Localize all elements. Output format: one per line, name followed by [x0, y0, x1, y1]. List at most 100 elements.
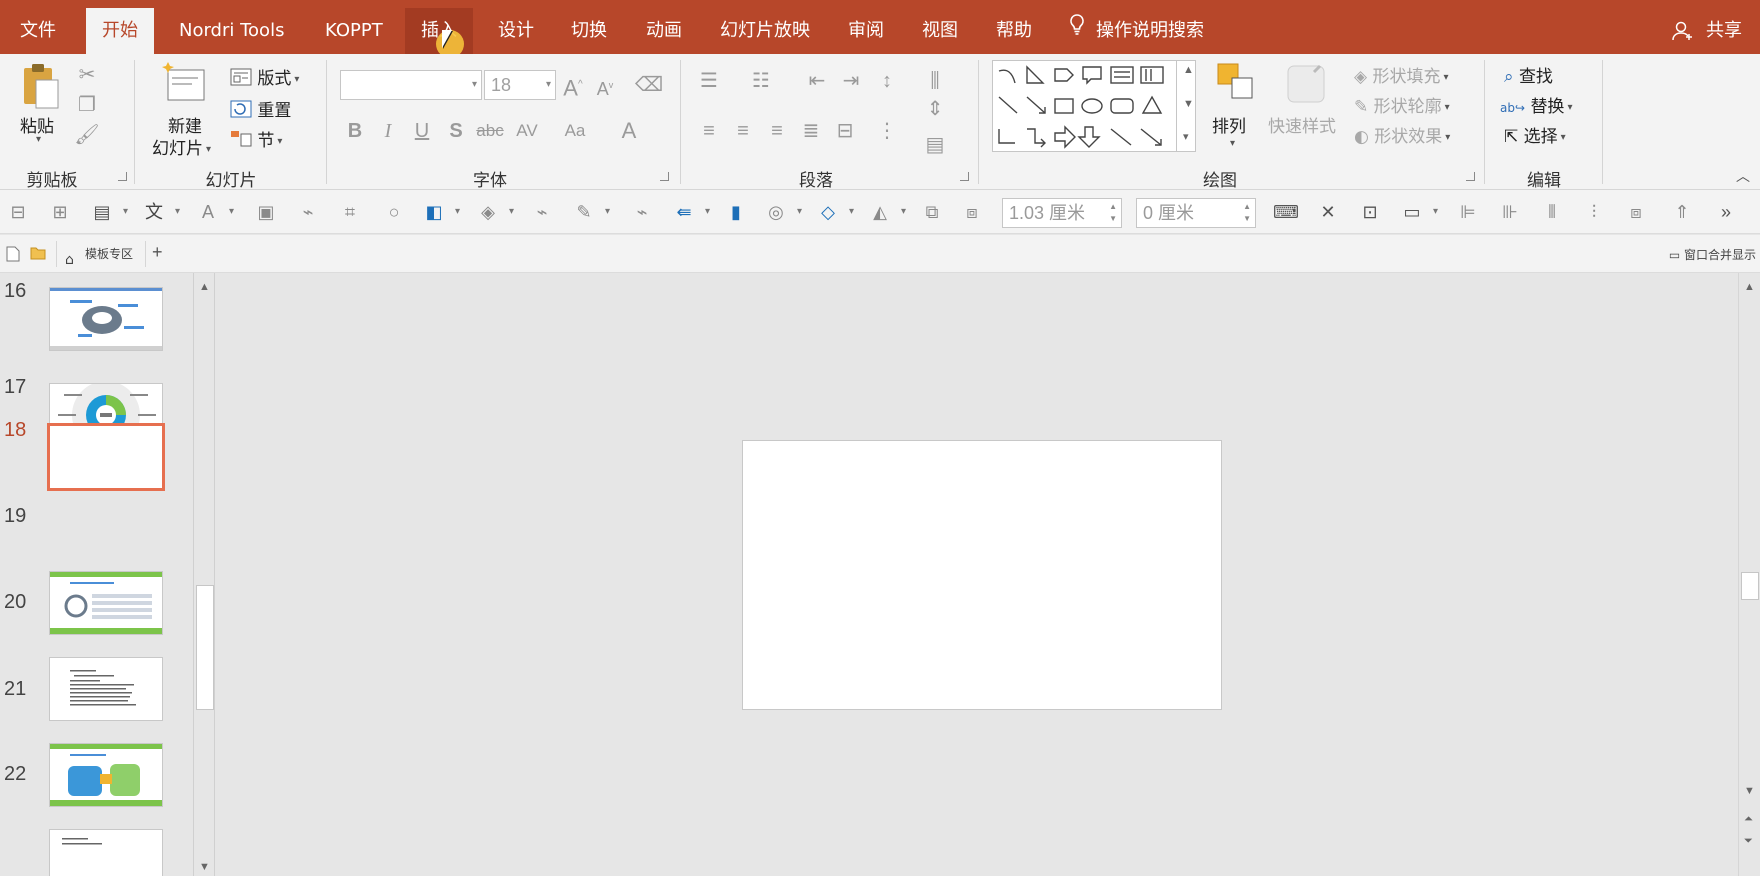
- rotate-icon[interactable]: ◭: [866, 198, 906, 226]
- align-left-2-icon[interactable]: ⊫: [1454, 198, 1482, 226]
- italic-icon[interactable]: I: [373, 116, 403, 146]
- collapse-ribbon-icon[interactable]: ︿: [1736, 166, 1750, 186]
- section-button[interactable]: 节 ▾: [230, 126, 282, 153]
- frame-icon[interactable]: ▭: [1398, 198, 1438, 226]
- shape-width-spinner[interactable]: 0 厘米 ▲ ▼: [1136, 198, 1256, 228]
- shape-gallery[interactable]: [992, 60, 1196, 152]
- paragraph-launcher-icon[interactable]: [960, 172, 969, 181]
- slide-pane-scrollbar[interactable]: ▲ ▼: [193, 273, 215, 876]
- layout-button[interactable]: 版式 ▾: [230, 64, 299, 91]
- ungroup-icon[interactable]: ⧈: [958, 198, 986, 226]
- next-slide-icon[interactable]: ⏷: [1744, 835, 1753, 848]
- group-icon[interactable]: ⧉: [918, 198, 946, 226]
- align-middle-icon[interactable]: ⊞: [46, 198, 74, 226]
- share-button[interactable]: 共享: [1672, 8, 1742, 54]
- slide-thumbnail-20[interactable]: [49, 657, 163, 721]
- tab-design[interactable]: 设计: [482, 8, 550, 54]
- shadow-icon[interactable]: S: [441, 116, 471, 146]
- quick-styles-button[interactable]: [1284, 62, 1330, 113]
- eyedropper-2-icon[interactable]: ⌁: [528, 198, 556, 226]
- tab-transitions[interactable]: 切换: [555, 8, 623, 54]
- slide-pane-scroll-thumb[interactable]: [196, 585, 214, 710]
- tab-help[interactable]: 帮助: [980, 8, 1048, 54]
- selection-pane-icon[interactable]: ⊡: [1356, 198, 1384, 226]
- new-slide-button[interactable]: [162, 60, 208, 111]
- tab-nordri-tools[interactable]: Nordri Tools: [163, 8, 300, 54]
- distribute-h-icon[interactable]: ⫴: [1538, 198, 1566, 226]
- distribute-v-icon[interactable]: ⫶: [1580, 198, 1608, 226]
- font-size-combo[interactable]: 18 ▾: [484, 70, 556, 100]
- tab-template-zone[interactable]: ⌂ 模板专区: [56, 241, 147, 268]
- circle-shape-icon[interactable]: ○: [380, 198, 408, 226]
- format-painter-icon[interactable]: 🖌: [72, 120, 102, 150]
- clear-format-icon[interactable]: ⌫: [634, 70, 664, 100]
- color-block-icon[interactable]: ◧: [420, 198, 460, 226]
- line-spacing-icon[interactable]: ↕: [872, 66, 902, 96]
- previous-slide-icon[interactable]: ⏶: [1744, 813, 1753, 826]
- folder-icon[interactable]: [30, 246, 46, 262]
- paste-button[interactable]: [20, 62, 60, 115]
- shrink-font-icon[interactable]: Av: [590, 70, 620, 100]
- justify-icon[interactable]: ≣: [796, 116, 826, 146]
- align-center-icon[interactable]: ≡: [728, 116, 758, 146]
- bring-forward-icon[interactable]: ⇑: [1668, 198, 1696, 226]
- reset-button[interactable]: 重置: [230, 96, 291, 123]
- slide-thumbnail-19[interactable]: [49, 571, 163, 635]
- arrange-button[interactable]: [1214, 60, 1256, 109]
- new-slide-label-2[interactable]: 幻灯片 ▾: [152, 134, 211, 159]
- eyedropper-icon[interactable]: ⌁: [294, 198, 322, 226]
- drawing-launcher-icon[interactable]: [1466, 172, 1475, 181]
- canvas-scroll-thumb[interactable]: [1741, 572, 1759, 600]
- layer-order-icon[interactable]: ⇚: [670, 198, 710, 226]
- tab-animations[interactable]: 动画: [630, 8, 698, 54]
- tab-home[interactable]: 开始: [86, 8, 154, 54]
- align-right-2-icon[interactable]: ⊪: [1496, 198, 1524, 226]
- current-slide[interactable]: [742, 440, 1222, 710]
- numbering-icon[interactable]: ☷: [746, 66, 776, 96]
- distribute-icon[interactable]: ⊟: [830, 116, 860, 146]
- decrease-indent-icon[interactable]: ⇤: [802, 66, 832, 96]
- column-settings-icon[interactable]: ⋮: [872, 116, 902, 146]
- shape-effects-button[interactable]: ◐ 形状效果 ▾: [1354, 122, 1450, 147]
- paste-dropdown-icon[interactable]: ▾: [36, 134, 41, 145]
- align-left-icon[interactable]: ≡: [694, 116, 724, 146]
- align-right-icon[interactable]: ≡: [762, 116, 792, 146]
- tell-me-search[interactable]: 操作说明搜索: [1066, 8, 1204, 54]
- bullets-icon[interactable]: ☰: [694, 66, 724, 96]
- font-color-icon[interactable]: A: [614, 116, 644, 146]
- slide-thumbnail-22[interactable]: [49, 829, 163, 876]
- eyedropper-3-icon[interactable]: ⌁: [628, 198, 656, 226]
- text-direction-icon[interactable]: 文: [140, 198, 180, 226]
- tab-koppt[interactable]: KOPPT: [309, 8, 399, 54]
- slide-thumbnail-18[interactable]: [47, 423, 165, 491]
- replace-button[interactable]: ab↪ 替换 ▾: [1500, 92, 1572, 117]
- size-equal-icon[interactable]: ⧈: [1622, 198, 1650, 226]
- grow-font-icon[interactable]: A^: [558, 70, 588, 100]
- increase-indent-icon[interactable]: ⇥: [836, 66, 866, 96]
- cut-icon[interactable]: ✂: [72, 60, 102, 90]
- clipboard-launcher-icon[interactable]: [118, 172, 127, 181]
- char-spacing-icon[interactable]: AV: [512, 116, 542, 146]
- shapes-merge-icon[interactable]: ◎: [762, 198, 802, 226]
- align-top-icon[interactable]: ⊟: [4, 198, 32, 226]
- outline-pen-icon[interactable]: ✎: [570, 198, 610, 226]
- add-tab-button[interactable]: +: [152, 242, 163, 263]
- merge-window-button[interactable]: ▭ 窗口合并显示: [1669, 246, 1756, 263]
- slide-thumbnail-16[interactable]: [49, 287, 163, 351]
- more-tools-icon[interactable]: »: [1712, 198, 1740, 226]
- text-box-icon[interactable]: ▤: [88, 198, 128, 226]
- tab-file[interactable]: 文件: [4, 8, 72, 54]
- copy-icon[interactable]: ❐: [72, 90, 102, 120]
- select-button[interactable]: ⇱ 选择 ▾: [1504, 122, 1566, 147]
- slide-thumbnail-21[interactable]: [49, 743, 163, 807]
- smartart-icon[interactable]: ▤: [920, 130, 950, 160]
- keyboard-icon[interactable]: ⌨: [1272, 198, 1300, 226]
- tab-review[interactable]: 审阅: [832, 8, 900, 54]
- tab-view[interactable]: 视图: [906, 8, 974, 54]
- font-name-combo[interactable]: ▾: [340, 70, 482, 100]
- change-case-icon[interactable]: Aa: [560, 116, 590, 146]
- new-document-icon[interactable]: [6, 246, 20, 262]
- text-align-icon[interactable]: ⇕: [920, 94, 950, 124]
- tab-slideshow[interactable]: 幻灯片放映: [704, 8, 826, 54]
- crop-icon[interactable]: ⌗: [336, 198, 364, 226]
